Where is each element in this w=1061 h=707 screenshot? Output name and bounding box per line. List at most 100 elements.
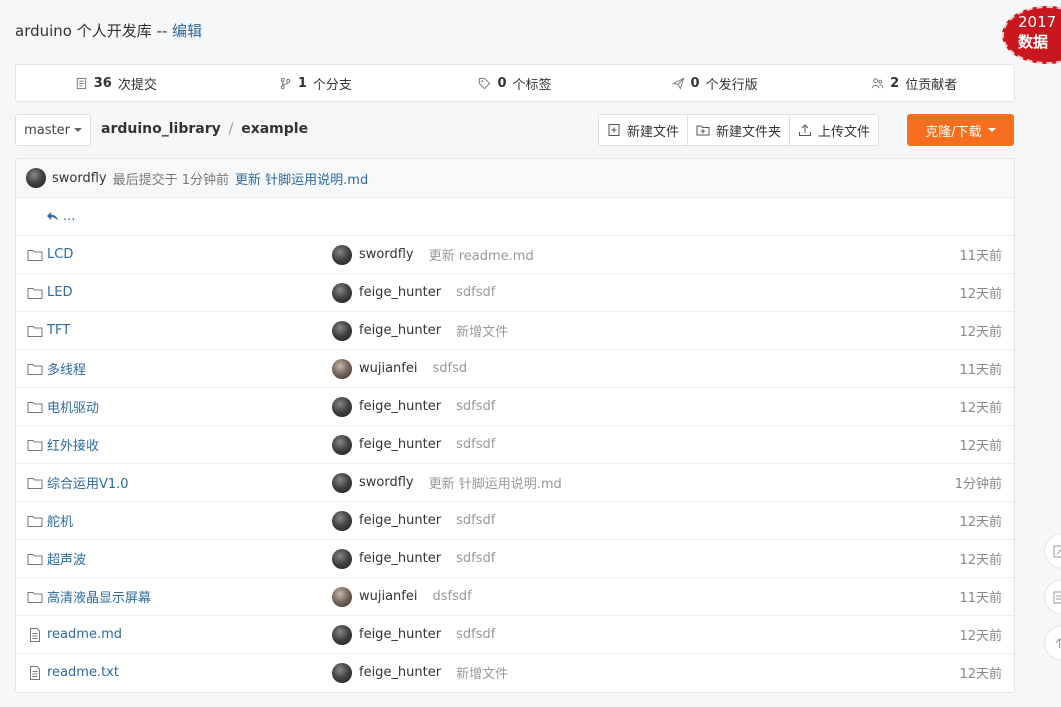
upload-button[interactable]: 上传文件 xyxy=(790,115,879,145)
commit-author[interactable]: feige_hunter xyxy=(359,665,441,680)
side-top-button[interactable] xyxy=(1044,625,1061,661)
last-commit-author[interactable]: swordfly xyxy=(52,171,107,186)
commit-author[interactable]: wujianfei xyxy=(359,589,418,604)
commit-time: 11天前 xyxy=(959,363,1002,378)
commit-info: feige_hunter 新增文件 xyxy=(332,662,508,683)
commit-time: 12天前 xyxy=(959,401,1002,416)
commit-info: feige_hunter sdfsdf xyxy=(332,282,495,303)
commit-info: swordfly 更新 针脚运用说明.md xyxy=(332,472,562,493)
commit-author[interactable]: feige_hunter xyxy=(359,513,441,528)
folder-link[interactable]: 高清液晶显示屏幕 xyxy=(27,587,151,606)
avatar[interactable] xyxy=(332,586,352,607)
chevron-down-icon xyxy=(73,128,82,132)
avatar[interactable] xyxy=(332,396,352,417)
commit-info: feige_hunter sdfsdf xyxy=(332,396,495,417)
clone-download-button[interactable]: 克隆/下载 xyxy=(907,114,1014,146)
entry-name: TFT xyxy=(47,323,71,338)
commit-message[interactable]: dsfsdf xyxy=(433,589,472,604)
commit-message[interactable]: 新增文件 xyxy=(456,663,508,682)
last-commit-prefix: 最后提交于 1分钟前 xyxy=(112,172,230,188)
repo-toolbar: master arduino_library / example 新建文件 新建… xyxy=(15,114,1014,146)
side-feedback-button[interactable] xyxy=(1044,533,1061,569)
file-icon xyxy=(30,627,40,642)
commit-message[interactable]: sdfsdf xyxy=(456,399,495,414)
edit-link[interactable]: 编辑 xyxy=(172,22,202,40)
commit-message[interactable]: 更新 针脚运用说明.md xyxy=(429,473,562,492)
commit-info: feige_hunter 新增文件 xyxy=(332,320,508,341)
commit-message[interactable]: sdfsd xyxy=(433,361,468,376)
avatar[interactable] xyxy=(26,168,46,188)
side-message-button[interactable] xyxy=(1044,579,1061,615)
file-link[interactable]: readme.txt xyxy=(27,665,119,680)
last-commit-message[interactable]: 更新 针脚运用说明.md xyxy=(235,169,368,188)
commit-author[interactable]: feige_hunter xyxy=(359,627,441,642)
commit-author[interactable]: feige_hunter xyxy=(359,551,441,566)
commit-author[interactable]: feige_hunter xyxy=(359,285,441,300)
upload-label: 上传文件 xyxy=(818,124,871,140)
folder-icon xyxy=(27,325,43,337)
table-row: 红外接收 feige_hunter sdfsdf 12天前 xyxy=(16,426,1014,464)
commit-icon xyxy=(76,77,86,89)
stat-contributors[interactable]: 2 位贡献者 xyxy=(814,74,1014,93)
commit-info: wujianfei dsfsdf xyxy=(332,586,472,607)
entry-name: 舵机 xyxy=(47,515,74,530)
folder-link[interactable]: 超声波 xyxy=(27,549,86,568)
stat-branches[interactable]: 1 个分支 xyxy=(216,74,416,93)
avatar[interactable] xyxy=(332,434,352,455)
commit-author[interactable]: feige_hunter xyxy=(359,437,441,452)
avatar[interactable] xyxy=(332,320,352,341)
folder-link[interactable]: 舵机 xyxy=(27,511,73,530)
promo-badge[interactable]: 2017 数据 xyxy=(1002,6,1061,64)
commit-message[interactable]: sdfsdf xyxy=(456,285,495,300)
commit-message[interactable]: 更新 readme.md xyxy=(429,245,534,264)
entry-name: LED xyxy=(47,285,73,300)
file-list-panel: swordfly 最后提交于 1分钟前 更新 针脚运用说明.md ... LCD… xyxy=(15,158,1015,693)
table-row: LED feige_hunter sdfsdf 12天前 xyxy=(16,274,1014,312)
chevron-down-icon xyxy=(987,128,996,132)
folder-icon xyxy=(27,439,43,451)
commit-message[interactable]: sdfsdf xyxy=(456,551,495,566)
folder-link[interactable]: 多线程 xyxy=(27,359,86,378)
entry-name: 电机驱动 xyxy=(47,401,100,416)
folder-link[interactable]: 综合运用V1.0 xyxy=(27,473,129,492)
parent-directory-label: ... xyxy=(63,209,76,224)
avatar[interactable] xyxy=(332,510,352,531)
stat-contributors-label: 位贡献者 xyxy=(905,77,958,93)
folder-link[interactable]: TFT xyxy=(27,323,70,338)
commit-message[interactable]: sdfsdf xyxy=(456,627,495,642)
breadcrumb-repo[interactable]: arduino_library xyxy=(101,121,221,137)
folder-link[interactable]: 电机驱动 xyxy=(27,397,99,416)
folder-link[interactable]: LED xyxy=(27,285,72,300)
stat-tags[interactable]: 0 个标签 xyxy=(415,74,615,93)
commit-author[interactable]: wujianfei xyxy=(359,361,418,376)
folder-link[interactable]: 红外接收 xyxy=(27,435,99,454)
new-folder-button[interactable]: 新建文件夹 xyxy=(688,115,791,145)
avatar[interactable] xyxy=(332,358,352,379)
folder-icon xyxy=(27,553,43,565)
stat-releases[interactable]: 0 个发行版 xyxy=(615,74,815,93)
parent-directory-row[interactable]: ... xyxy=(16,198,1014,236)
new-file-button[interactable]: 新建文件 xyxy=(599,115,689,145)
commit-message[interactable]: 新增文件 xyxy=(456,321,508,340)
avatar[interactable] xyxy=(332,282,352,303)
breadcrumb-folder[interactable]: example xyxy=(241,121,308,137)
commit-message[interactable]: sdfsdf xyxy=(456,513,495,528)
file-link[interactable]: readme.md xyxy=(27,627,122,642)
commit-author[interactable]: swordfly xyxy=(359,247,414,262)
table-row: LCD swordfly 更新 readme.md 11天前 xyxy=(16,236,1014,274)
breadcrumb-separator: / xyxy=(228,121,234,137)
avatar[interactable] xyxy=(332,472,352,493)
avatar[interactable] xyxy=(332,662,352,683)
commit-message[interactable]: sdfsdf xyxy=(456,437,495,452)
branch-select[interactable]: master xyxy=(15,114,91,146)
entry-name: 综合运用V1.0 xyxy=(47,477,129,492)
commit-author[interactable]: feige_hunter xyxy=(359,399,441,414)
avatar[interactable] xyxy=(332,548,352,569)
avatar[interactable] xyxy=(332,244,352,265)
commit-author[interactable]: swordfly xyxy=(359,475,414,490)
stat-commits[interactable]: 36 次提交 xyxy=(16,74,216,93)
commit-author[interactable]: feige_hunter xyxy=(359,323,441,338)
folder-link[interactable]: LCD xyxy=(27,247,73,262)
avatar[interactable] xyxy=(332,624,352,645)
entry-name: 高清液晶显示屏幕 xyxy=(47,591,152,606)
